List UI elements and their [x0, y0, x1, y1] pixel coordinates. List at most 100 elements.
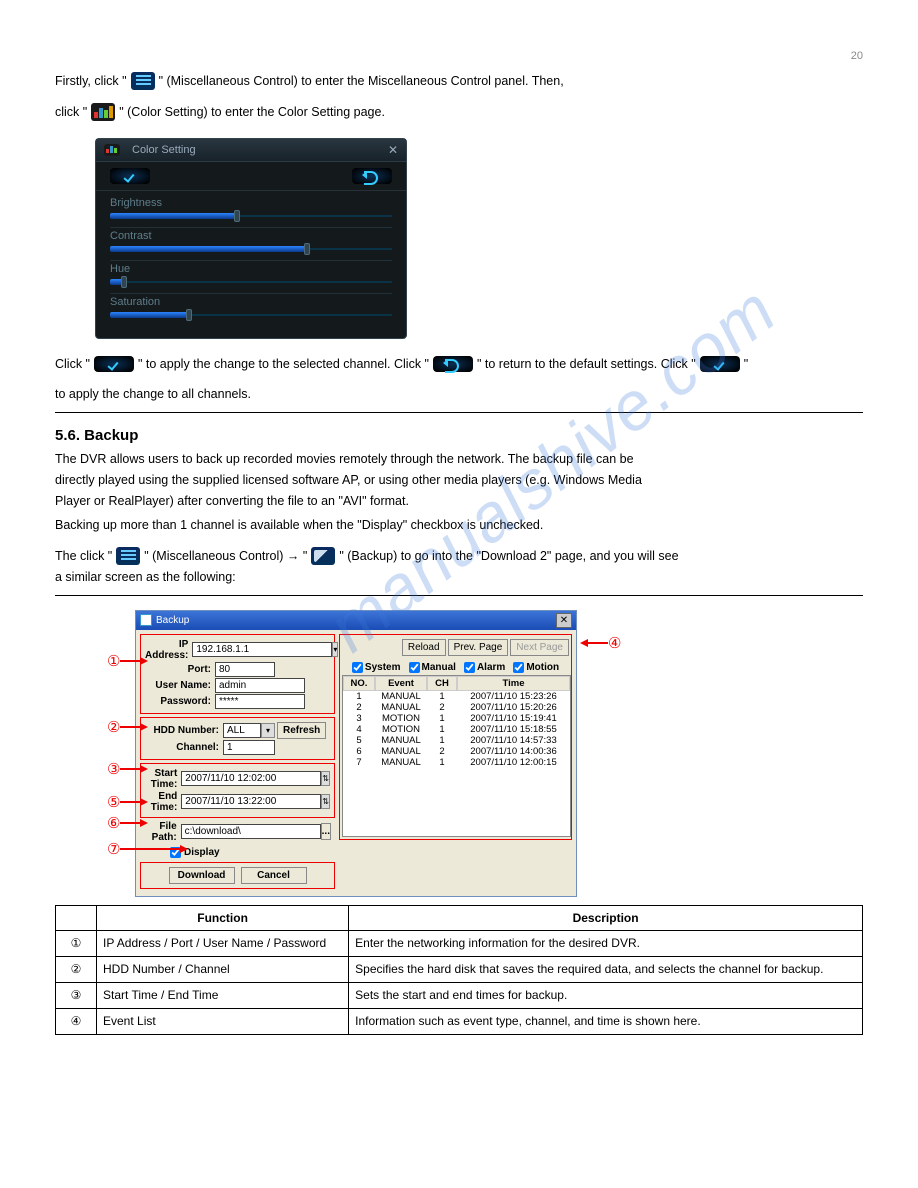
start-time-input[interactable] — [181, 771, 321, 786]
callout-3: ③ — [107, 760, 120, 779]
end-time-label: End Time: — [145, 791, 181, 813]
filter-checkboxes: System Manual Alarm Motion — [342, 660, 569, 675]
text: " to return to the default settings. Cli… — [477, 355, 696, 374]
motion-checkbox[interactable]: Motion — [513, 662, 559, 673]
arrow-left-icon — [580, 639, 588, 647]
hue-slider[interactable] — [110, 277, 392, 287]
arrow-right-icon — [140, 657, 148, 665]
backup-p6: a similar screen as the following: — [55, 568, 863, 587]
channel-input[interactable] — [223, 740, 275, 755]
undo-icon — [433, 356, 473, 372]
col-event: Event — [375, 676, 427, 691]
apply-icon — [94, 356, 134, 372]
callout-1: ① — [107, 652, 120, 671]
intro-para-2: click " " (Color Setting) to enter the C… — [55, 103, 385, 122]
arrow-right-icon — [140, 819, 148, 827]
start-time-label: Start Time: — [145, 768, 181, 790]
cancel-button[interactable]: Cancel — [241, 867, 307, 884]
table-row[interactable]: 6MANUAL22007/11/10 14:00:36 — [343, 746, 570, 757]
apply-all-icon — [700, 356, 740, 372]
reset-button[interactable] — [352, 168, 392, 184]
text: " to apply the change to the selected ch… — [138, 355, 429, 374]
hdd-label: HDD Number: — [145, 725, 223, 736]
text: " (Miscellaneous Control) to enter the M… — [159, 72, 564, 91]
end-time-input[interactable] — [181, 794, 321, 809]
next-page-button[interactable]: Next Page — [510, 639, 569, 656]
port-input[interactable] — [215, 662, 275, 677]
backup-p5: The click " " (Miscellaneous Control) → … — [55, 547, 679, 566]
backup-titlebar: Backup ✕ — [136, 611, 576, 630]
table-row: ②HDD Number / ChannelSpecifies the hard … — [56, 956, 863, 982]
table-row: ①IP Address / Port / User Name / Passwor… — [56, 930, 863, 956]
callout-4: ④ — [608, 634, 621, 653]
backup-p2: directly played using the supplied licen… — [55, 471, 863, 490]
refresh-button[interactable]: Refresh — [277, 722, 326, 739]
text: " (Backup) to go into the "Download 2" p… — [339, 547, 678, 566]
color-setting-icon — [91, 103, 115, 121]
group-actions: Download Cancel — [140, 862, 335, 889]
spinner-icon[interactable]: ⇅ — [321, 794, 330, 809]
alarm-checkbox[interactable]: Alarm — [464, 662, 505, 673]
group-connection: IP Address: ▾ Port: User Name: — [140, 634, 335, 714]
page-number: 20 — [55, 50, 863, 62]
table-row[interactable]: 2MANUAL22007/11/10 15:20:26 — [343, 702, 570, 713]
port-label: Port: — [145, 664, 215, 675]
spinner-icon[interactable]: ⇅ — [321, 771, 330, 786]
color-setting-panel: Color Setting ✕ Brightness Contrast — [95, 138, 407, 339]
apply-channel-button[interactable] — [110, 168, 150, 184]
username-input[interactable] — [215, 678, 305, 693]
table-row[interactable]: 7MANUAL12007/11/10 12:00:15 — [343, 757, 570, 768]
close-icon[interactable]: ✕ — [556, 613, 572, 628]
event-table: NO. Event CH Time 1MANUAL12007/11/10 15:… — [342, 675, 571, 837]
contrast-label: Contrast — [110, 230, 392, 242]
callout-7: ⑦ — [107, 840, 120, 859]
col-blank — [56, 905, 97, 930]
text: Click " — [55, 355, 90, 374]
contrast-slider[interactable] — [110, 244, 392, 254]
filepath-input[interactable] — [181, 824, 321, 839]
backup-icon — [311, 547, 335, 565]
ip-input[interactable] — [192, 642, 332, 657]
reload-button[interactable]: Reload — [402, 639, 446, 656]
saturation-slider[interactable] — [110, 310, 392, 320]
brightness-slider[interactable] — [110, 211, 392, 221]
brightness-label: Brightness — [110, 197, 392, 209]
group-hdd: HDD Number: ▾ Refresh Channel: — [140, 717, 335, 760]
callout-2: ② — [107, 718, 120, 737]
arrow-right-icon — [140, 765, 148, 773]
arrow-right-icon — [140, 798, 148, 806]
system-checkbox[interactable]: System — [352, 662, 401, 673]
table-row[interactable]: 4MOTION12007/11/10 15:18:55 — [343, 724, 570, 735]
text: " (Miscellaneous Control) → " — [144, 547, 307, 566]
manual-checkbox[interactable]: Manual — [409, 662, 456, 673]
chevron-down-icon[interactable]: ▾ — [332, 642, 338, 657]
user-label: User Name: — [145, 680, 215, 691]
table-row[interactable]: 3MOTION12007/11/10 15:19:41 — [343, 713, 570, 724]
hue-label: Hue — [110, 263, 392, 275]
download-button[interactable]: Download — [169, 867, 235, 884]
table-row[interactable]: 5MANUAL12007/11/10 14:57:33 — [343, 735, 570, 746]
col-ch: CH — [427, 676, 457, 691]
text: " — [744, 355, 748, 374]
display-label: Display — [184, 847, 220, 858]
backup-dialog-wrap: ① ② ③ ⑤ ⑥ ⑦ ④ — [135, 610, 675, 897]
saturation-label: Saturation — [110, 296, 392, 308]
col-no: NO. — [343, 676, 375, 691]
after-color-para-2: to apply the change to all channels. — [55, 385, 863, 404]
ip-label: IP Address: — [145, 639, 192, 661]
backup-p3: Player or RealPlayer) after converting t… — [55, 492, 863, 511]
close-icon[interactable]: ✕ — [388, 143, 398, 157]
password-input[interactable] — [215, 694, 305, 709]
page-buttons: Reload Prev. Page Next Page — [342, 639, 569, 656]
text: The click " — [55, 547, 112, 566]
hdd-select[interactable] — [223, 723, 261, 738]
browse-button[interactable]: ... — [321, 823, 331, 840]
prev-page-button[interactable]: Prev. Page — [448, 639, 509, 656]
table-row: ④Event ListInformation such as event typ… — [56, 1008, 863, 1034]
app-icon — [140, 614, 152, 626]
table-row: ③Start Time / End TimeSets the start and… — [56, 982, 863, 1008]
table-row[interactable]: 1MANUAL12007/11/10 15:23:26 — [343, 691, 570, 702]
arrow-right-icon — [180, 845, 188, 853]
divider — [55, 412, 863, 413]
chevron-down-icon[interactable]: ▾ — [261, 723, 275, 738]
